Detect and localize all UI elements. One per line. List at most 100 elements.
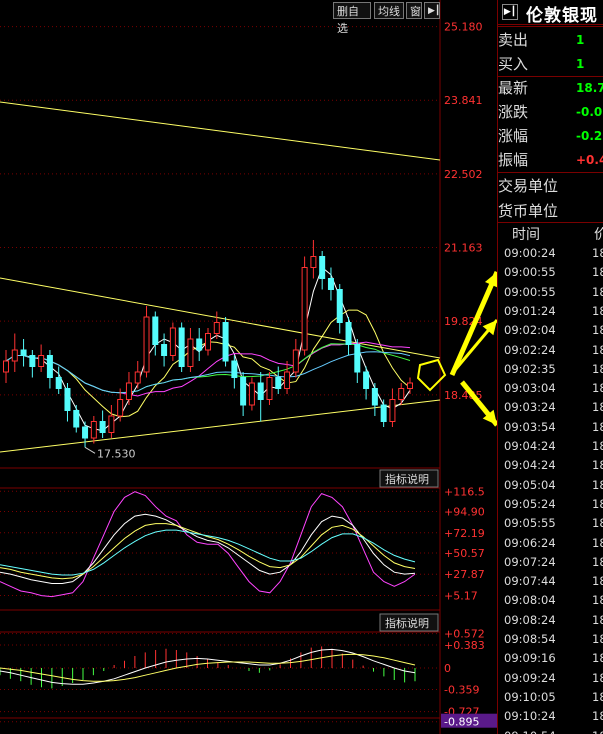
tick-time: 09:05:04: [504, 477, 556, 492]
quote-panel: ▶┃ 伦敦银现 卖出 1 买入 1 最新 18.7 涨跌 -0.0 涨幅 -0.2 振幅 +0.4 交易…: [497, 0, 603, 734]
tick-price: 18: [592, 554, 603, 569]
tick-row: 09:02:24 18: [504, 343, 603, 358]
tick-price: 18: [592, 477, 603, 492]
candle: [284, 371, 291, 389]
tick-row: 09:07:44 18: [504, 574, 603, 589]
candle: [231, 360, 238, 378]
quote-row: 涨幅 -0.2: [498, 124, 603, 149]
quote-value: 1: [576, 33, 585, 47]
candle: [336, 289, 343, 323]
play-icon[interactable]: ▶┃: [424, 2, 440, 19]
candle: [99, 421, 106, 433]
candle: [178, 327, 185, 367]
tick-row: 09:03:54 18: [504, 420, 603, 435]
tick-time: 09:08:24: [504, 612, 556, 627]
time-column-header: 时间: [512, 227, 540, 243]
candle: [3, 360, 9, 373]
tick-price: 18: [592, 400, 603, 415]
candle: [371, 388, 378, 406]
tick-row: 09:00:24 18: [504, 246, 603, 261]
tick-row: 09:04:24 18: [504, 458, 603, 473]
tick-row: 09:07:24 18: [504, 554, 603, 570]
candle: [266, 377, 273, 400]
y-tick-label: -0.895: [444, 716, 479, 729]
tick-row: 09:09:16 18: [504, 651, 603, 666]
candle: [125, 382, 132, 400]
tick-time: 09:09:16: [504, 651, 556, 666]
instrument-name: 伦敦银现: [526, 6, 598, 26]
quote-row: 交易单位: [498, 174, 603, 199]
quote-row: 最新 18.7: [498, 76, 603, 101]
window-button[interactable]: 窗: [406, 2, 422, 19]
y-tick-label: +72.19: [444, 527, 485, 540]
tick-row: 09:08:24 18: [504, 612, 603, 628]
candle: [143, 316, 150, 373]
quote-panel-header: ▶┃ 伦敦银现: [498, 0, 603, 26]
tick-table-header: 时间 价: [498, 224, 603, 244]
candle: [222, 322, 229, 362]
candle: [205, 333, 211, 351]
tick-price: 18: [592, 729, 603, 734]
tick-price: 18: [592, 381, 603, 396]
tick-row: 09:05:04 18: [504, 477, 603, 493]
candle: [134, 371, 141, 384]
quote-label: 涨幅: [498, 127, 529, 145]
divider: [498, 172, 603, 173]
divider: [498, 26, 603, 27]
tick-price: 18: [592, 670, 603, 685]
tick-row: 09:10:54 18: [504, 729, 603, 734]
candle: [117, 399, 124, 417]
candle: [20, 349, 27, 356]
y-tick-value: 72.19: [453, 527, 485, 540]
tick-time: 09:08:54: [504, 632, 556, 646]
trendline: [0, 101, 441, 161]
candle: [257, 382, 264, 400]
kline-chart[interactable]: 17.530 25.18023.84122.50221.16319.82418.…: [0, 0, 497, 734]
candle: [398, 388, 405, 400]
tick-price: 18: [592, 593, 603, 608]
y-tick-label: +0.383: [444, 639, 485, 652]
tick-row: 09:03:24 18: [504, 400, 603, 415]
tick-row: 09:09:24 18: [504, 670, 603, 686]
tick-time: 09:03:04: [504, 381, 556, 396]
tick-price: 18: [592, 323, 603, 338]
candle: [292, 349, 299, 373]
tick-time: 09:07:24: [504, 554, 556, 569]
quote-label: 振幅: [498, 151, 529, 169]
candle: [11, 349, 18, 362]
candle: [319, 256, 326, 279]
y-tick-label: 21.163: [444, 242, 483, 255]
price-column-header: 价: [594, 224, 603, 244]
candle: [187, 338, 194, 367]
tick-row: 09:10:05 18: [504, 690, 603, 705]
candle: [108, 415, 115, 433]
tick-price: 18: [592, 612, 603, 627]
tick-row: 09:04:24 18: [504, 439, 603, 454]
candle: [152, 316, 159, 345]
quote-value: 1: [576, 57, 585, 71]
low-annotation-line: [84, 446, 96, 454]
tick-price: 18: [592, 632, 603, 646]
tick-time: 09:09:24: [504, 670, 556, 685]
tick-price: 18: [592, 516, 603, 531]
candle: [90, 421, 97, 439]
quote-label: 买入: [498, 55, 529, 73]
tick-row: 09:00:55 18: [504, 285, 603, 300]
candle: [354, 344, 361, 373]
quote-label: 交易单位: [498, 177, 559, 195]
ma-toggle-button[interactable]: 均线: [374, 2, 404, 19]
candle: [248, 382, 255, 406]
candle: [38, 355, 45, 367]
quote-label: 卖出: [498, 31, 529, 49]
tick-row: 09:02:35 18: [504, 362, 603, 377]
y-tick-label: +27.87: [444, 568, 485, 581]
candle: [327, 278, 334, 290]
candle: [213, 322, 220, 334]
tick-price: 18: [592, 361, 603, 376]
tick-row: 09:03:04 18: [504, 381, 603, 396]
play-icon[interactable]: ▶┃: [502, 4, 518, 20]
candle: [389, 399, 396, 422]
tick-time: 09:00:55: [504, 265, 556, 280]
delete-watchlist-button[interactable]: 删自选: [333, 2, 371, 35]
y-tick-label: -0.359: [444, 684, 479, 697]
